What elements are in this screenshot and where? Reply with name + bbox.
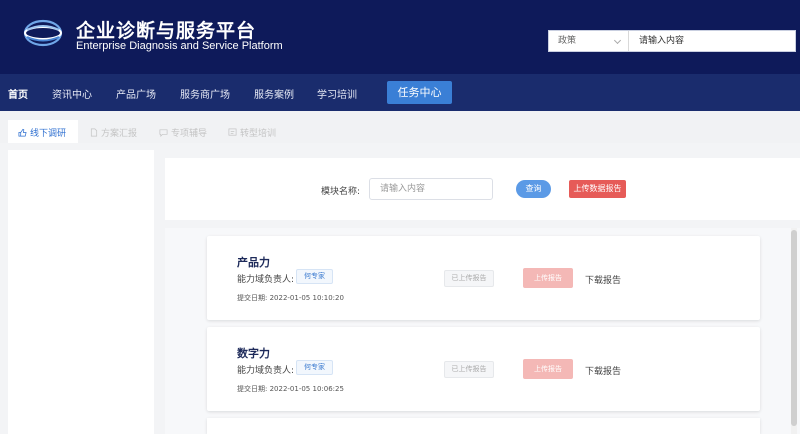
uploaded-report-badge: 已上传报告 — [444, 361, 494, 378]
expert-tag: 何专家 — [296, 360, 333, 375]
training-icon — [228, 128, 237, 136]
download-report-link[interactable]: 下载报告 — [585, 364, 621, 377]
thumbs-up-icon — [18, 128, 27, 137]
tab-special-coaching[interactable]: 专项辅导 — [159, 126, 207, 139]
uploaded-report-badge: 已上传报告 — [444, 270, 494, 287]
document-icon — [90, 128, 98, 137]
module-title: 数字力 — [237, 347, 270, 360]
upload-report-button[interactable]: 上传报告 — [523, 359, 573, 379]
chevron-down-icon — [613, 36, 622, 45]
expert-tag: 何专家 — [296, 269, 333, 284]
upload-report-button[interactable]: 上传报告 — [523, 268, 573, 288]
chat-icon — [159, 129, 168, 137]
module-title: 产品力 — [237, 256, 270, 269]
globe-logo-icon[interactable] — [22, 18, 64, 48]
tab-label: 转型培训 — [240, 129, 277, 139]
search-bar: 政策 请输入内容 — [548, 30, 796, 52]
tab-offline-research[interactable]: 线下调研 — [18, 126, 66, 139]
list-item — [207, 418, 760, 434]
query-button[interactable]: 查询 — [516, 180, 551, 198]
module-name-input[interactable]: 请输入内容 — [369, 178, 493, 200]
tab-transformation-training[interactable]: 转型培训 — [228, 126, 276, 139]
tab-plan-report[interactable]: 方案汇报 — [90, 126, 137, 139]
list-item: 产品力 能力域负责人: 何专家 提交日期: 2022-01-05 10:10:2… — [207, 236, 760, 320]
nav-item-home[interactable]: 首页 — [8, 86, 28, 101]
site-title: 企业诊断与服务平台 — [76, 20, 257, 42]
main-nav: 首页 资讯中心 产品广场 服务商广场 服务案例 学习培训 任务中心 — [0, 74, 800, 111]
tab-label: 专项辅导 — [171, 129, 208, 139]
tab-label: 方案汇报 — [101, 129, 138, 139]
site-subtitle: Enterprise Diagnosis and Service Platfor… — [76, 40, 283, 52]
upload-data-report-button[interactable]: 上传数据报告 — [569, 180, 626, 198]
nav-item-products[interactable]: 产品广场 — [116, 86, 156, 101]
owner-label: 能力域负责人: — [237, 275, 295, 285]
nav-item-task-center[interactable]: 任务中心 — [387, 81, 452, 104]
owner-label: 能力域负责人: — [237, 366, 295, 376]
site-header: 企业诊断与服务平台 Enterprise Diagnosis and Servi… — [0, 0, 800, 74]
scrollbar-thumb[interactable] — [791, 230, 797, 426]
search-category-select[interactable]: 政策 — [549, 31, 629, 51]
download-report-link[interactable]: 下载报告 — [585, 273, 621, 286]
nav-item-news[interactable]: 资讯中心 — [52, 86, 92, 101]
nav-item-cases[interactable]: 服务案例 — [254, 86, 294, 101]
search-input[interactable]: 请输入内容 — [629, 31, 795, 51]
nav-item-training[interactable]: 学习培训 — [317, 86, 357, 101]
list-item: 数字力 能力域负责人: 何专家 提交日期: 2022-01-05 10:06:2… — [207, 327, 760, 411]
module-name-label: 模块名称: — [321, 187, 361, 197]
submit-date: 提交日期: 2022-01-05 10:06:25 — [237, 385, 344, 393]
left-sidebar-panel — [8, 150, 154, 434]
nav-item-providers[interactable]: 服务商广场 — [180, 86, 230, 101]
submit-date: 提交日期: 2022-01-05 10:10:20 — [237, 294, 344, 302]
search-category-value: 政策 — [558, 36, 577, 46]
tab-label: 线下调研 — [30, 129, 67, 139]
